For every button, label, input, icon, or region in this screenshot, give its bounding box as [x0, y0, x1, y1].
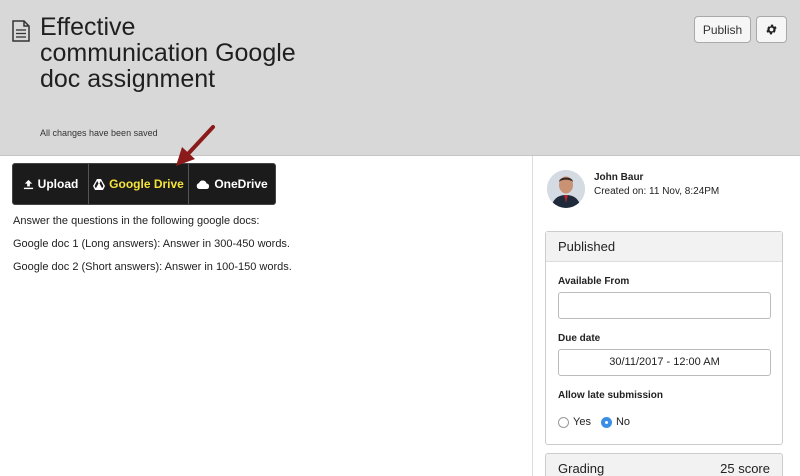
grading-panel[interactable]: Grading 25 score: [545, 453, 783, 476]
panel-heading: Published: [546, 232, 782, 262]
available-from-input[interactable]: [558, 292, 771, 319]
page-title: Effective communication Google doc assig…: [40, 13, 296, 93]
radio-no-label: No: [615, 416, 631, 428]
onedrive-label: OneDrive: [214, 177, 268, 191]
instructions-line-2: Google doc 2 (Short answers): Answer in …: [13, 261, 292, 273]
instructions-intro: Answer the questions in the following go…: [13, 215, 260, 227]
onedrive-button[interactable]: OneDrive: [189, 164, 275, 204]
cloud-icon: [197, 180, 210, 189]
upload-button[interactable]: Upload: [13, 164, 89, 204]
grading-label: Grading: [558, 461, 605, 476]
upload-label: Upload: [37, 177, 79, 191]
column-divider: [532, 156, 533, 476]
google-drive-button[interactable]: Google Drive: [89, 164, 189, 204]
late-submission-label: Allow late submission: [558, 390, 664, 401]
instructions-line-1: Google doc 1 (Long answers): Answer in 3…: [13, 238, 290, 250]
save-status: All changes have been saved: [40, 128, 158, 138]
grading-score: 25 score: [720, 461, 770, 476]
due-date-input[interactable]: 30/11/2017 - 12:00 AM: [558, 349, 771, 376]
gear-icon: [766, 24, 777, 35]
publish-button[interactable]: Publish: [694, 16, 751, 43]
author-name: John Baur: [594, 172, 644, 183]
google-drive-icon: [93, 178, 106, 190]
publish-settings-panel: Published Available From Due date 30/11/…: [545, 231, 783, 445]
document-icon: [12, 20, 30, 42]
available-from-label: Available From: [558, 276, 630, 287]
upload-icon: [23, 179, 33, 189]
radio-yes[interactable]: [558, 416, 569, 428]
annotation-arrow-icon: [176, 125, 215, 166]
person-photo-icon: [547, 170, 585, 208]
created-date: Created on: 11 Nov, 8:24PM: [594, 186, 720, 197]
page-header: Effective communication Google doc assig…: [0, 0, 800, 156]
avatar: [547, 170, 585, 208]
settings-button[interactable]: [756, 16, 787, 43]
google-drive-label: Google Drive: [109, 177, 184, 191]
radio-no[interactable]: [600, 416, 612, 428]
due-date-label: Due date: [558, 333, 601, 344]
upload-source-bar: Upload Google Drive OneDrive: [12, 163, 276, 205]
radio-yes-label: Yes: [573, 416, 591, 428]
late-submission-options: Yes No: [558, 416, 640, 428]
